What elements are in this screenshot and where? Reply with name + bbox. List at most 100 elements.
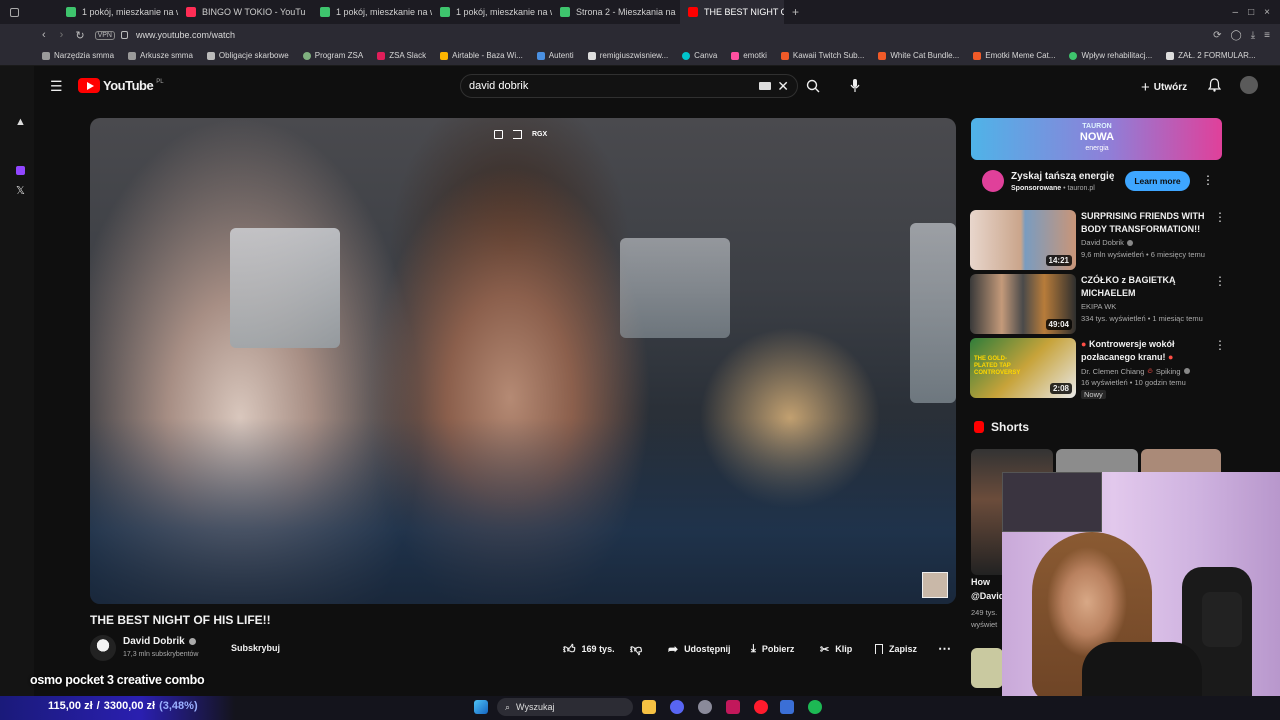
- back-icon[interactable]: ‹: [42, 29, 46, 41]
- channel-avatar[interactable]: [90, 635, 116, 661]
- ad-more-icon[interactable]: ⋮: [1202, 173, 1214, 187]
- discord-icon[interactable]: [670, 700, 684, 714]
- windows-start-icon[interactable]: [474, 700, 488, 714]
- url-text[interactable]: www.youtube.com/watch: [136, 30, 235, 40]
- notifications-bell-icon[interactable]: [1208, 78, 1221, 92]
- bookmark-item[interactable]: Airtable - Baza Wi...: [440, 51, 523, 60]
- browser-tab-active[interactable]: THE BEST NIGHT OF: [680, 0, 784, 24]
- vpn-badge[interactable]: VPN: [94, 30, 115, 40]
- related-more-icon[interactable]: ⋮: [1214, 274, 1226, 288]
- bookmark-item[interactable]: Wpływ rehabilitacj...: [1069, 51, 1152, 60]
- related-title[interactable]: SURPRISING FRIENDS WITH BODY TRANSFORMAT…: [1081, 210, 1207, 236]
- reload-icon[interactable]: ↻: [75, 29, 84, 42]
- workspace-icon[interactable]: [10, 7, 19, 17]
- like-button[interactable]: 👍︎ 169 tys.: [563, 640, 615, 658]
- share-button[interactable]: ➦ Udostępnij: [668, 640, 731, 658]
- subscribe-button[interactable]: Subskrybuj: [222, 638, 289, 658]
- spotify-icon[interactable]: [808, 700, 822, 714]
- related-channel[interactable]: EKIPA WK: [1081, 302, 1116, 311]
- create-button[interactable]: + Utwórz: [1141, 79, 1187, 96]
- browser-tab[interactable]: 1 pokój, mieszkanie na w: [432, 0, 552, 24]
- related-channel[interactable]: David Dobrik: [1081, 238, 1133, 247]
- duration-badge: 14:21: [1045, 255, 1072, 266]
- shorts-logo-icon: [974, 421, 984, 433]
- minimize-icon[interactable]: –: [1233, 7, 1239, 18]
- channel-name-row[interactable]: David Dobrik: [123, 636, 196, 647]
- bookmark-item[interactable]: Program ZSA: [302, 51, 363, 60]
- bookmark-item[interactable]: ZAŁ. 2 FORMULAR...: [1166, 51, 1256, 60]
- bookmark-item[interactable]: remigiuszwisniew...: [587, 51, 668, 60]
- hamburger-menu-icon[interactable]: ☰: [50, 78, 63, 95]
- new-tab-plus-icon[interactable]: +: [792, 5, 799, 19]
- clip-button[interactable]: ✂ Klip: [820, 640, 852, 658]
- video-thumbnail[interactable]: THE GOLD-PLATED TAP CONTROVERSY 2:08: [970, 338, 1076, 398]
- app-icon[interactable]: [780, 700, 794, 714]
- bookmark-item[interactable]: Canva: [682, 51, 717, 60]
- bookmark-item[interactable]: Emotki Meme Cat...: [973, 51, 1055, 60]
- dislike-button[interactable]: 👎︎: [630, 640, 642, 658]
- video-thumbnail[interactable]: 49:04: [970, 274, 1076, 334]
- browser-tab[interactable]: 1 pokój, mieszkanie na w: [58, 0, 178, 24]
- bookmark-item[interactable]: Arkusze smma: [128, 51, 193, 60]
- microphone-icon[interactable]: [850, 78, 860, 93]
- short-title[interactable]: How: [971, 577, 990, 587]
- profile-icon[interactable]: ◯: [1231, 30, 1242, 41]
- download-button[interactable]: ⤓ Pobierz: [751, 640, 794, 658]
- channel-watermark[interactable]: [922, 572, 948, 598]
- video-frame-seats: [90, 418, 956, 604]
- taskbar-search[interactable]: ⌕ Wyszukaj: [497, 698, 633, 716]
- related-title[interactable]: CZÓŁKO z BAGIETKĄ MICHAELEM: [1081, 274, 1207, 300]
- close-window-icon[interactable]: ×: [1264, 7, 1270, 18]
- related-video[interactable]: 14:21 SURPRISING FRIENDS WITH BODY TRANS…: [970, 210, 1226, 270]
- save-button[interactable]: Zapisz: [875, 640, 917, 658]
- advertiser-avatar[interactable]: [982, 170, 1004, 192]
- clear-search-icon[interactable]: ✕: [777, 78, 789, 95]
- learn-more-button[interactable]: Learn more: [1125, 171, 1190, 191]
- bookmark-item[interactable]: ZSA Slack: [377, 51, 426, 60]
- copy-icon[interactable]: [494, 130, 503, 139]
- related-channel[interactable]: Dr. Clemen Chiang 🔥︎ Spiking: [1081, 366, 1190, 376]
- browser-tab[interactable]: Strona 2 - Mieszkania na: [552, 0, 680, 24]
- account-avatar[interactable]: [1240, 76, 1258, 94]
- browser-tab[interactable]: 1 pokój, mieszkanie na w: [312, 0, 432, 24]
- bookmark-item[interactable]: Narzędzia smma: [42, 51, 114, 60]
- bookmark-label: White Cat Bundle...: [890, 51, 960, 60]
- settings-icon[interactable]: [698, 700, 712, 714]
- bookmark-item[interactable]: Autenti: [536, 51, 574, 60]
- search-icon[interactable]: [806, 79, 820, 93]
- video-thumbnail[interactable]: 14:21: [970, 210, 1076, 270]
- twitch-icon[interactable]: [16, 166, 25, 175]
- bookmark-item[interactable]: White Cat Bundle...: [878, 51, 959, 60]
- related-video[interactable]: 49:04 CZÓŁKO z BAGIETKĄ MICHAELEM EKIPA …: [970, 274, 1226, 334]
- browser-tab[interactable]: BINGO W TOKIO - YouTu: [178, 0, 312, 24]
- maximize-icon[interactable]: □: [1248, 7, 1254, 18]
- more-actions-icon[interactable]: ⋯: [938, 640, 951, 658]
- bookmark-item[interactable]: emotki: [731, 51, 767, 60]
- enter-icon[interactable]: [513, 130, 522, 139]
- video-player[interactable]: RGX: [90, 118, 956, 604]
- extension-icon[interactable]: ⟳: [1213, 30, 1221, 41]
- keyboard-icon[interactable]: [759, 82, 772, 90]
- related-video[interactable]: THE GOLD-PLATED TAP CONTROVERSY 2:08 ● K…: [970, 338, 1226, 402]
- create-label: Utwórz: [1153, 82, 1188, 93]
- sidebar-app-icon[interactable]: ▲: [15, 116, 26, 128]
- opera-gx-icon[interactable]: [754, 700, 768, 714]
- search-input[interactable]: david dobrik ✕: [460, 74, 798, 98]
- short-title[interactable]: @David: [971, 591, 1004, 601]
- shorts-heading: Shorts: [991, 420, 1030, 434]
- menu-icon[interactable]: ≡: [1264, 30, 1270, 41]
- related-title[interactable]: ● Kontrowersje wokół pozłacanego kranu! …: [1081, 338, 1207, 364]
- related-more-icon[interactable]: ⋮: [1214, 338, 1226, 352]
- x-icon[interactable]: 𝕏: [16, 184, 25, 197]
- file-explorer-icon[interactable]: [642, 700, 656, 714]
- ad-title[interactable]: Zyskaj tańszą energię: [1011, 171, 1114, 182]
- related-more-icon[interactable]: ⋮: [1214, 210, 1226, 224]
- forward-icon[interactable]: ›: [60, 29, 64, 41]
- youtube-logo[interactable]: YouTube PL: [78, 78, 164, 93]
- ad-banner[interactable]: TAURON NOWA energia: [971, 118, 1222, 160]
- bookmark-item[interactable]: Obligacje skarbowe: [206, 51, 289, 60]
- bookmark-item[interactable]: Kawaii Twitch Sub...: [780, 51, 864, 60]
- opera-icon[interactable]: [726, 700, 740, 714]
- short-thumbnail[interactable]: [971, 648, 1003, 688]
- download-icon[interactable]: ⤓: [1251, 30, 1255, 41]
